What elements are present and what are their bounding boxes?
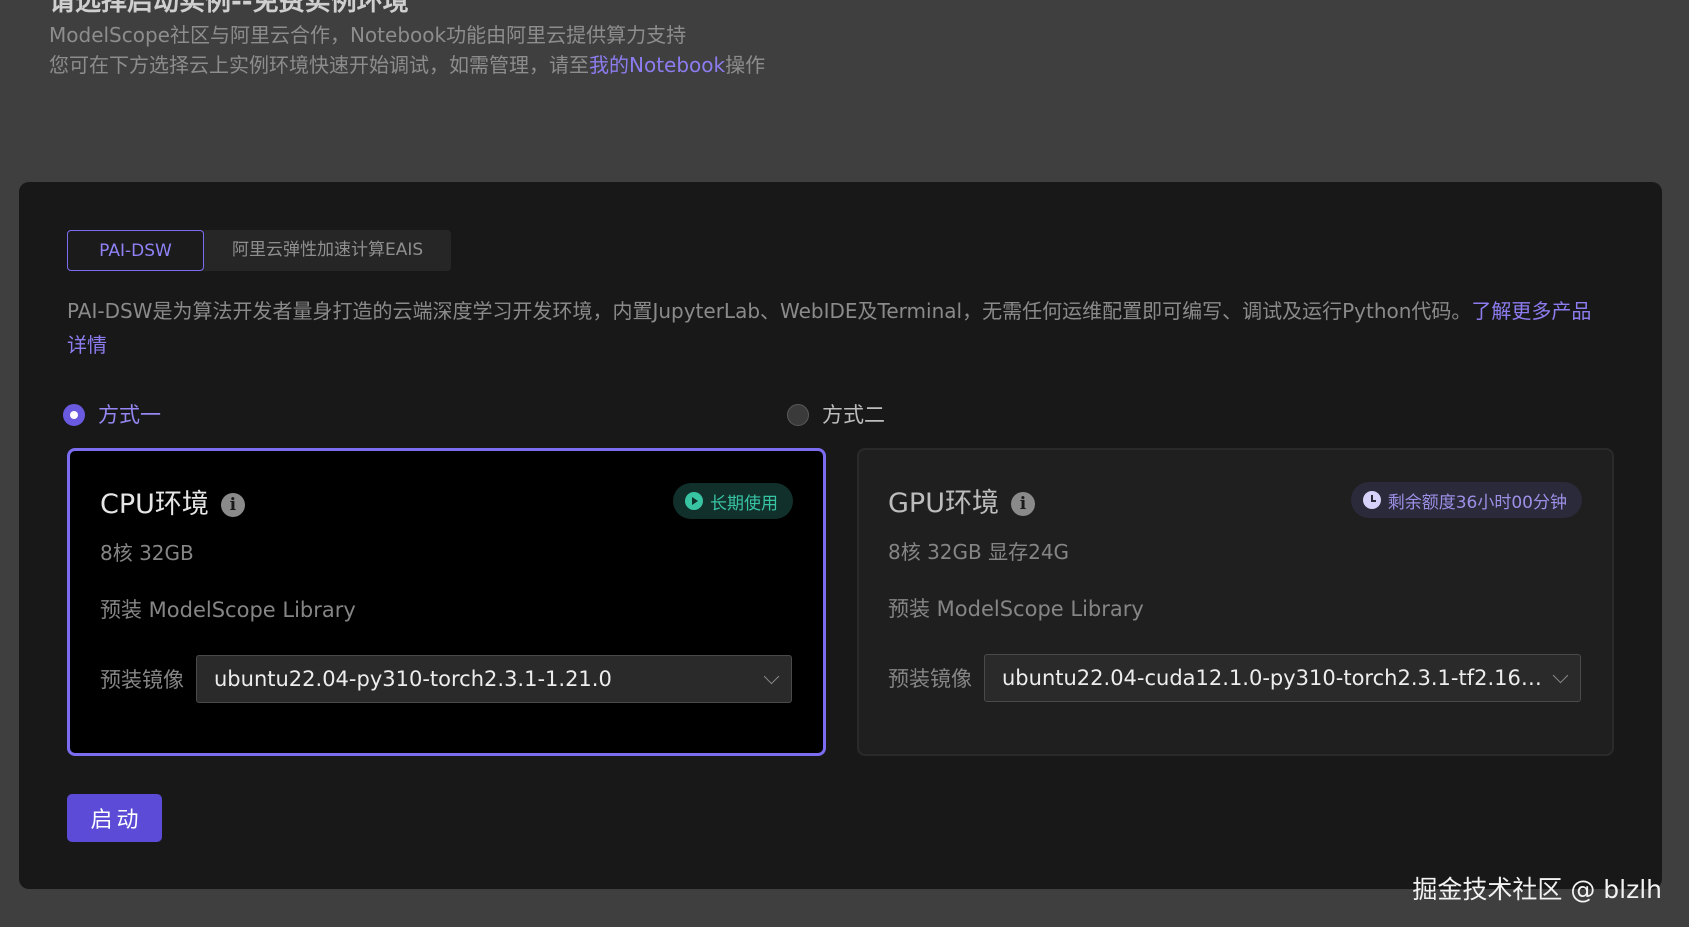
quota-badge-text: 剩余额度36小时00分钟 (1387, 492, 1567, 513)
watermark: 掘金技术社区 @ blzlh (1412, 875, 1662, 904)
option-1-label: 方式一 (98, 403, 161, 427)
info-icon[interactable]: i (1010, 492, 1035, 516)
tab-eais[interactable]: 阿里云弹性加速计算EAIS (204, 230, 451, 271)
option-2-label: 方式二 (822, 403, 885, 427)
product-description: PAI-DSW是为算法开发者量身打造的云端深度学习开发环境，内置JupyterL… (67, 294, 1597, 362)
cpu-card-title: CPU环境 i (100, 485, 245, 525)
cpu-image-select[interactable]: ubuntu22.04-py310-torch2.3.1-1.21.0 (196, 655, 792, 703)
header-subtitle-2: 您可在下方选择云上实例环境快速开始调试，如需管理，请至我的Notebook操作 (49, 50, 1249, 80)
cpu-card-title-text: CPU环境 (100, 489, 209, 520)
gpu-env-card[interactable]: GPU环境 i 剩余额度36小时00分钟 8核 32GB 显存24G 预装 Mo… (857, 448, 1614, 756)
gpu-image-row: 预装镜像 ubuntu22.04-cuda12.1.0-py310-torch2… (888, 654, 1581, 702)
chevron-down-icon (1552, 667, 1569, 683)
instance-panel: PAI-DSW 阿里云弹性加速计算EAIS PAI-DSW是为算法开发者量身打造… (19, 182, 1662, 889)
tab-pai-dsw[interactable]: PAI-DSW (67, 230, 204, 271)
long-term-badge: 长期使用 (673, 483, 793, 519)
gpu-spec: 8核 32GB 显存24G (888, 540, 1070, 564)
quota-badge: 剩余额度36小时00分钟 (1350, 482, 1582, 518)
info-icon[interactable]: i (220, 493, 245, 517)
option-2-radio[interactable]: 方式二 (787, 400, 885, 430)
option-1-radio[interactable]: 方式一 (63, 400, 161, 430)
start-button[interactable]: 启动 (67, 794, 162, 842)
gpu-image-label: 预装镜像 (888, 667, 972, 691)
gpu-image-value: ubuntu22.04-cuda12.1.0-py310-torch2.3.1-… (1002, 666, 1542, 690)
cpu-image-label: 预装镜像 (100, 668, 184, 692)
gpu-image-select[interactable]: ubuntu22.04-cuda12.1.0-py310-torch2.3.1-… (984, 654, 1581, 702)
cpu-image-value: ubuntu22.04-py310-torch2.3.1-1.21.0 (214, 667, 612, 691)
page-header: 请选择启动实例--免费实例环境 ModelScope社区与阿里云合作，Noteb… (49, 0, 1249, 80)
cpu-env-card[interactable]: CPU环境 i 长期使用 8核 32GB 预装 ModelScope Libra… (67, 448, 826, 756)
play-circle-icon (685, 492, 703, 510)
cpu-image-row: 预装镜像 ubuntu22.04-py310-torch2.3.1-1.21.0 (100, 655, 792, 703)
gpu-card-title: GPU环境 i (888, 484, 1035, 524)
long-term-badge-text: 长期使用 (710, 493, 778, 514)
header-subtitle-1: ModelScope社区与阿里云合作，Notebook功能由阿里云提供算力支持 (49, 23, 687, 47)
gpu-card-title-text: GPU环境 (888, 488, 999, 519)
description-text: PAI-DSW是为算法开发者量身打造的云端深度学习开发环境，内置JupyterL… (67, 299, 1472, 323)
instance-tabs: PAI-DSW 阿里云弹性加速计算EAIS (67, 230, 452, 271)
clock-icon (1362, 491, 1381, 509)
cpu-preinstall: 预装 ModelScope Library (100, 598, 356, 622)
radio-checked-icon[interactable] (63, 404, 85, 426)
header-subtitle-2-suffix: 操作 (725, 53, 766, 77)
header-subtitle-2-prefix: 您可在下方选择云上实例环境快速开始调试，如需管理，请至 (49, 53, 589, 77)
chevron-down-icon (763, 668, 780, 684)
gpu-preinstall: 预装 ModelScope Library (888, 597, 1144, 621)
my-notebook-link[interactable]: 我的Notebook (589, 53, 725, 77)
page-title: 请选择启动实例--免费实例环境 (49, 0, 409, 17)
radio-unchecked-icon[interactable] (787, 404, 809, 426)
cpu-spec: 8核 32GB (100, 541, 194, 565)
